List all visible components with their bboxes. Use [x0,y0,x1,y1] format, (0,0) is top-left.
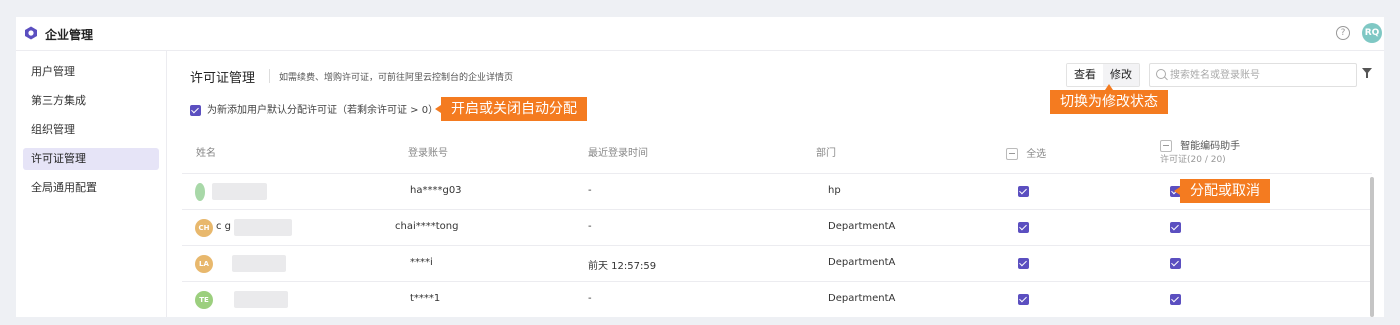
sidebar-item-integrations[interactable]: 第三方集成 [23,90,159,112]
select-all-label: 全选 [1026,149,1047,160]
page-description: 如需续费、增购许可证，可前往阿里云控制台的企业详情页 [279,73,514,83]
page-title: 许可证管理 [190,71,256,86]
callout-assign-toggle: 分配或取消 [1174,179,1270,203]
sidebar-item-global-config[interactable]: 全局通用配置 [23,177,159,199]
header-name: 姓名 [196,148,216,159]
default-assign-label: 为新添加用户默认分配许可证（若剩余许可证 > 0） [207,105,439,116]
search-box [1149,63,1357,87]
redacted-name [232,255,286,272]
redacted-name [234,291,288,308]
account-cell: ****i [410,257,433,268]
default-assign-option[interactable]: 为新添加用户默认分配许可证（若剩余许可证 > 0） [190,101,438,116]
header-assistant[interactable]: 智能编码助手 [1160,137,1240,152]
sidebar-item-users[interactable]: 用户管理 [23,61,159,83]
user-avatar[interactable]: RQ [1362,23,1382,43]
account-cell: chai****tong [395,221,459,232]
account-cell: t****1 [410,293,441,304]
header-last-login: 最近登录时间 [588,148,648,159]
top-bar: 企业管理 ? RQ [16,17,1384,51]
row-select-checkbox[interactable] [1018,186,1029,197]
default-assign-checkbox[interactable] [190,104,201,116]
filter-icon[interactable] [1362,68,1372,78]
header-department: 部门 [816,148,836,159]
department-cell: hp [828,185,841,196]
last-login-cell: - [588,185,592,196]
row-select-checkbox[interactable] [1018,222,1029,233]
table-scrollbar[interactable] [1370,177,1374,317]
last-login-cell: - [588,221,592,232]
table-row: LA ****i 前天 12:57:59 DepartmentA [182,246,1372,282]
user-avatar [195,183,205,201]
sidebar-item-organization[interactable]: 组织管理 [23,119,159,141]
last-login-cell: - [588,293,592,304]
header-account: 登录账号 [408,148,448,159]
assistant-label: 智能编码助手 [1180,141,1241,152]
header-select-all[interactable]: 全选 [1006,145,1046,160]
sidebar: 用户管理 第三方集成 组织管理 许可证管理 全局通用配置 [16,51,167,317]
license-assign-checkbox[interactable] [1170,222,1181,233]
department-cell: DepartmentA [828,293,896,304]
table-row: CH c g chai****tong - DepartmentA [182,210,1372,246]
row-select-checkbox[interactable] [1018,294,1029,305]
help-icon[interactable]: ? [1336,26,1350,40]
app-title: 企业管理 [45,28,94,42]
select-all-checkbox[interactable] [1006,148,1018,160]
license-count: 许可证(20 / 20) [1160,155,1226,165]
table-row: TE t****1 - DepartmentA [182,282,1372,317]
mode-toggle: 查看 修改 [1066,63,1140,87]
redacted-name [212,183,267,200]
license-assign-checkbox[interactable] [1170,294,1181,305]
edit-mode-button[interactable]: 修改 [1103,64,1139,86]
department-cell: DepartmentA [828,221,896,232]
app-window: 企业管理 ? RQ 用户管理 第三方集成 组织管理 许可证管理 全局通用配置 许… [16,17,1384,317]
assistant-select-all-checkbox[interactable] [1160,140,1172,152]
callout-auto-assign: 开启或关闭自动分配 [435,97,587,121]
sidebar-item-licenses[interactable]: 许可证管理 [23,148,159,170]
last-login-cell: 前天 12:57:59 [588,261,657,272]
redacted-name [234,219,292,236]
search-input[interactable] [1168,66,1352,84]
table-header: 姓名 登录账号 最近登录时间 部门 全选 智能编码助手 许可证(20 / 20) [182,131,1372,174]
user-avatar: LA [195,255,213,273]
title-divider [269,69,270,83]
account-cell: ha****g03 [410,185,462,196]
user-avatar: CH [195,219,213,237]
license-assign-checkbox[interactable] [1170,258,1181,269]
name-cell: c g [216,221,232,232]
app-logo-icon [25,26,37,40]
view-mode-button[interactable]: 查看 [1067,64,1103,86]
search-icon [1156,69,1166,79]
user-avatar: TE [195,291,213,309]
callout-switch-mode: 切换为修改状态 [1050,84,1168,114]
department-cell: DepartmentA [828,257,896,268]
row-select-checkbox[interactable] [1018,258,1029,269]
